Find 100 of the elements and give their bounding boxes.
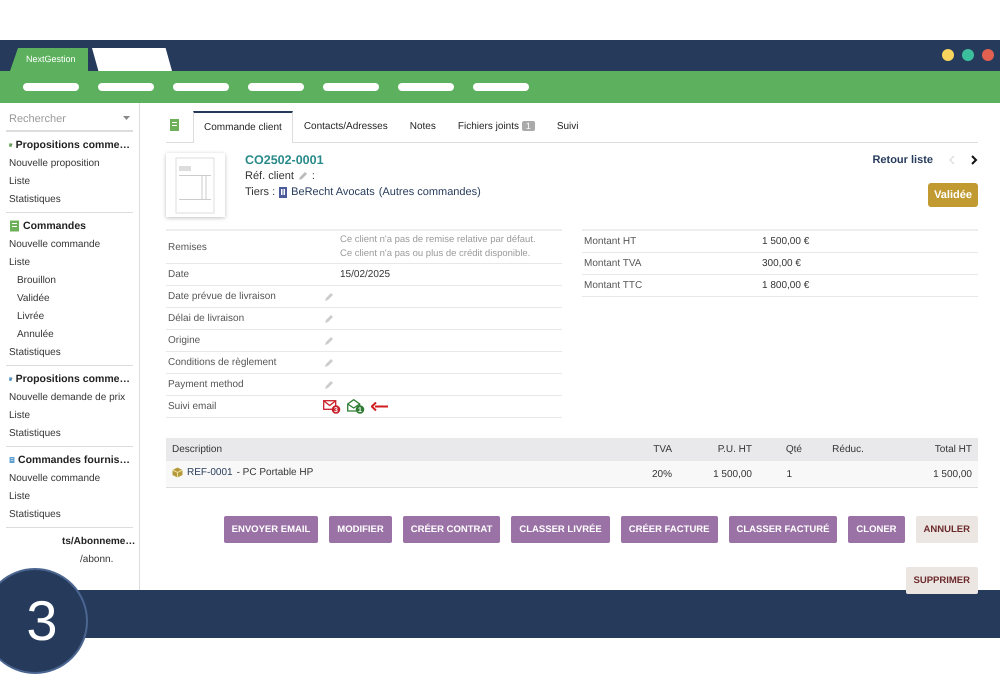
document-icon [9, 454, 15, 466]
action-button[interactable]: CLONER [848, 516, 905, 543]
action-button[interactable]: CRÉER CONTRAT [402, 516, 500, 543]
menu-item[interactable]: Liste [6, 406, 133, 424]
menu-placeholder[interactable] [248, 83, 304, 91]
pencil-icon[interactable] [324, 380, 334, 390]
menu-item[interactable]: Nouvelle commande [6, 236, 133, 254]
pencil-icon[interactable] [324, 314, 334, 324]
menu-item[interactable]: Validée [6, 290, 133, 308]
column-header: Qté [758, 438, 808, 461]
field-label: Délai de livraison [167, 312, 246, 326]
maximize-control[interactable] [962, 49, 974, 61]
action-button[interactable]: ANNULER [916, 516, 978, 543]
menu-placeholder[interactable] [398, 83, 454, 91]
app-tab[interactable] [92, 48, 172, 71]
document-thumbnail [166, 153, 225, 217]
menu-section-title[interactable]: Commandes fournis… [18, 454, 130, 466]
tab[interactable]: Notes [398, 111, 447, 142]
table-cell: 20% [590, 461, 678, 488]
previous-icon[interactable] [949, 155, 955, 165]
box-icon [172, 467, 183, 478]
amount-value: 300,00 € [762, 257, 801, 270]
back-to-list-link[interactable]: Retour liste [872, 153, 933, 167]
company-link[interactable]: BeRecht Avocats [291, 185, 375, 199]
building-icon [279, 186, 288, 198]
action-button[interactable]: MODIFIER [329, 516, 392, 543]
menu-item[interactable]: Liste [6, 488, 133, 506]
action-button[interactable]: CLASSER LIVRÉE [511, 516, 610, 543]
menu-item[interactable]: Nouvelle commande [6, 470, 133, 488]
close-control[interactable] [982, 49, 994, 61]
field-label: Origine [167, 334, 202, 348]
tab[interactable]: Contacts/Adresses [292, 111, 399, 142]
amount-value: 1 500,00 € [762, 235, 810, 248]
field-label: Date prévue de livraison [167, 290, 277, 304]
pencil-icon[interactable] [324, 336, 334, 346]
pencil-icon[interactable] [324, 358, 334, 368]
field-label: Tiers : [245, 185, 276, 199]
column-header: Réduc. [808, 438, 888, 461]
action-button[interactable]: CLASSER FACTURÉ [728, 516, 838, 543]
menu-item[interactable]: /abonn. [80, 550, 116, 568]
product-label: - PC Portable HP [236, 466, 314, 479]
field-value: 15/02/2025 [340, 268, 390, 281]
tab[interactable]: Commande client [193, 111, 293, 143]
column-header: P.U. HT [678, 438, 758, 461]
order-reference: CO2502-0001 [245, 153, 325, 167]
column-header: Description [166, 438, 590, 461]
field-label: : [312, 169, 315, 183]
document-icon [170, 119, 179, 131]
table-cell: 1 [758, 461, 808, 488]
field-label: Remises [167, 240, 208, 254]
table-cell: 1 500,00 [888, 461, 978, 488]
menu-placeholder[interactable] [98, 83, 154, 91]
menu-placeholder[interactable] [473, 83, 529, 91]
field-label: Date [167, 268, 190, 282]
dropdown-caret-icon[interactable] [123, 116, 130, 121]
discount-note: Ce client n'a pas de remise relative par défaut. Ce client n'a pas ou plus de crédit disponible. [339, 233, 536, 261]
field-label: Conditions de règlement [167, 356, 278, 370]
next-icon[interactable] [971, 155, 978, 165]
step-number: 3 [0, 568, 88, 674]
menu-item[interactable]: Statistiques [6, 190, 133, 208]
field-label: Montant TTC [583, 279, 644, 293]
tab[interactable]: Fichiers joints 1 [446, 110, 546, 142]
field-label: Montant HT [583, 235, 638, 249]
tab[interactable]: Suivi [546, 111, 590, 142]
field-label: Suivi email [167, 400, 218, 414]
menu-placeholder[interactable] [173, 83, 229, 91]
action-button[interactable]: ENVOYER EMAIL [224, 516, 318, 543]
arrow-icon [371, 402, 388, 411]
menu-item[interactable]: Liste [6, 254, 133, 272]
action-button[interactable]: SUPPRIMER [906, 567, 978, 594]
field-label: Montant TVA [583, 257, 642, 271]
menu-item[interactable]: Nouvelle proposition [6, 154, 133, 172]
product-link[interactable]: REF-0001 [187, 466, 233, 479]
menu-item[interactable]: Annulée [6, 326, 133, 344]
action-button[interactable]: CRÉER FACTURE [620, 516, 718, 543]
field-label: Payment method [167, 378, 245, 392]
table-cell: 1 500,00 [678, 461, 758, 488]
field-label: Réf. client [245, 169, 294, 183]
document-icon [9, 220, 20, 232]
menu-item[interactable]: Livrée [6, 308, 133, 326]
menu-item[interactable]: Statistiques [6, 344, 133, 362]
menu-item[interactable]: Brouillon [6, 272, 133, 290]
orders-link[interactable]: (Autres commandes) [378, 185, 481, 199]
minimize-control[interactable] [942, 49, 954, 61]
pencil-icon[interactable] [298, 171, 308, 181]
menu-item[interactable]: Nouvelle demande de prix [6, 388, 133, 406]
menu-section-title[interactable]: Propositions comme… [16, 138, 130, 152]
menu-section-title[interactable]: Propositions comme… [16, 372, 130, 386]
column-header: Total HT [888, 438, 978, 461]
menu-section-title[interactable]: Commandes [23, 220, 86, 232]
menu-item[interactable]: Statistiques [6, 424, 133, 442]
menu-item[interactable]: Statistiques [6, 506, 133, 524]
menu-item[interactable]: Liste [6, 172, 133, 190]
amount-value: 1 800,00 € [762, 279, 810, 292]
menu-placeholder[interactable] [23, 83, 79, 91]
pencil-icon[interactable] [324, 292, 334, 302]
column-header: TVA [590, 438, 678, 461]
menu-section-title[interactable]: ts/Abonneme… [62, 534, 136, 548]
status-badge: Validée [928, 183, 978, 207]
menu-placeholder[interactable] [323, 83, 379, 91]
